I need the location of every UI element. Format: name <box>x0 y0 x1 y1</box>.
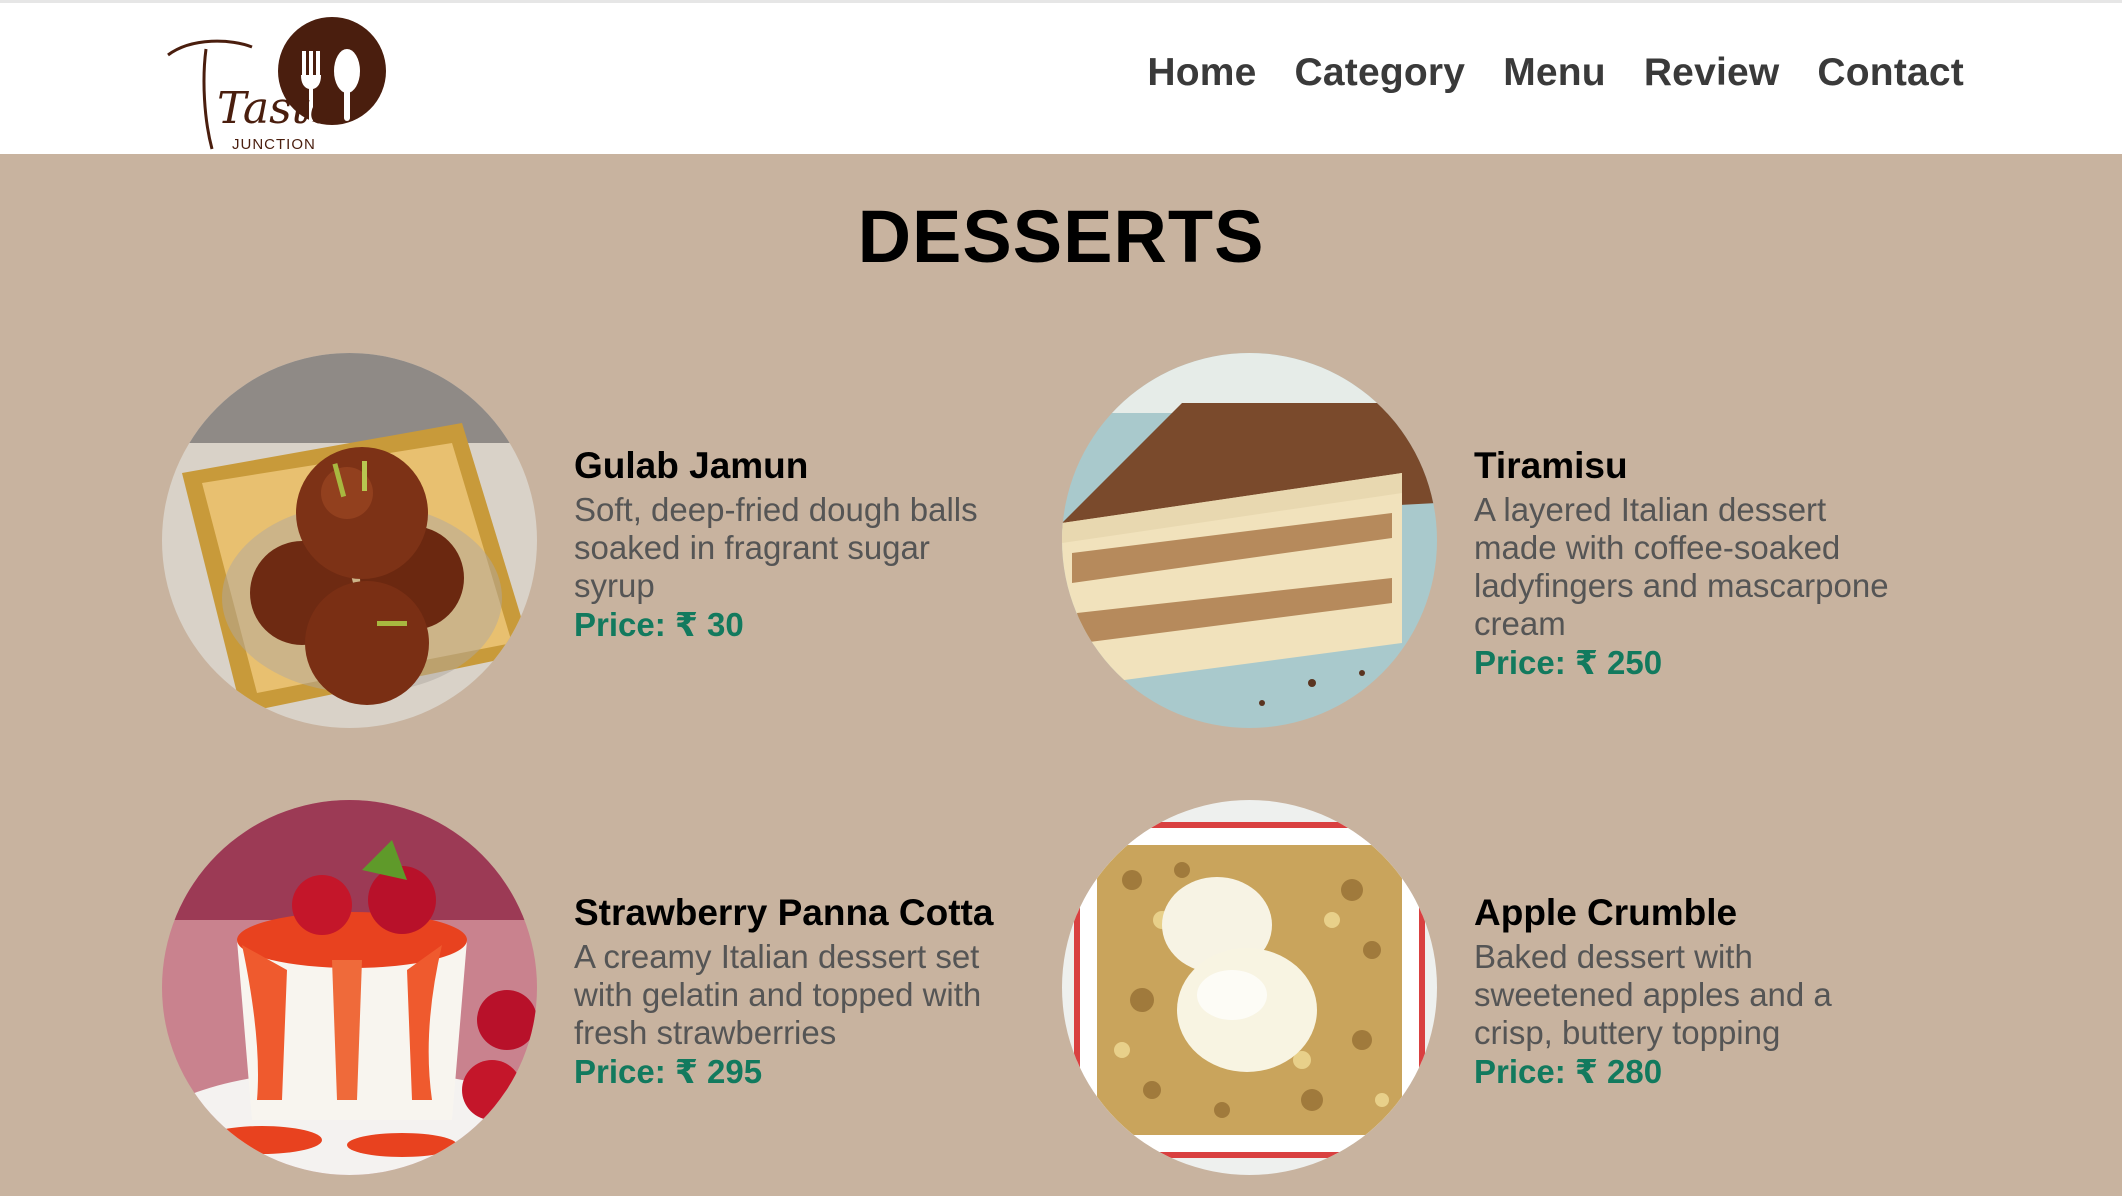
dish-name: Tiramisu <box>1474 445 1628 486</box>
main-nav: Home Category Menu Review Contact <box>1147 51 1964 95</box>
tiramisu-photo <box>1062 353 1437 728</box>
panna-cotta-photo <box>162 800 537 1175</box>
gulab-jamun-photo <box>162 353 537 728</box>
dish-name: Gulab Jamun <box>574 445 809 486</box>
dish-price: Price: ₹ 280 <box>1474 1053 1663 1090</box>
nav-home[interactable]: Home <box>1147 51 1256 95</box>
nav-menu[interactable]: Menu <box>1503 51 1606 95</box>
nav-category[interactable]: Category <box>1295 51 1466 95</box>
nav-review[interactable]: Review <box>1644 51 1780 95</box>
taste-junction-logo-icon: Taste Junction <box>167 17 386 153</box>
dish-info: Tiramisu A layered Italian dessert made … <box>1474 445 1904 683</box>
logo[interactable]: Taste Junction <box>162 9 392 154</box>
logo-text: Taste <box>217 83 335 134</box>
dish-description: A layered Italian dessert made with coff… <box>1474 491 1889 642</box>
section-title: DESSERTS <box>857 195 1265 278</box>
dish-info: Apple Crumble Baked dessert with sweeten… <box>1474 892 1904 1092</box>
dish-name: Strawberry Panna Cotta <box>574 892 994 933</box>
logo-subtext: Junction <box>232 136 316 153</box>
dish-price: Price: ₹ 250 <box>1474 644 1663 681</box>
dish-card-gulab-jamun[interactable]: Gulab Jamun Soft, deep-fried dough balls… <box>162 353 1002 733</box>
dish-card-tiramisu[interactable]: Tiramisu A layered Italian dessert made … <box>1062 353 1902 733</box>
navbar: Taste Junction Home Category Menu Review… <box>0 0 2122 154</box>
dish-description: Baked dessert with sweetened apples and … <box>1474 938 1832 1051</box>
dish-card-strawberry-panna-cotta[interactable]: Strawberry Panna Cotta A creamy Italian … <box>162 800 1002 1180</box>
dish-name: Apple Crumble <box>1474 892 1738 933</box>
dish-price: Price: ₹ 30 <box>574 606 744 643</box>
dish-description: Soft, deep-fried dough balls soaked in f… <box>574 491 978 604</box>
dish-price: Price: ₹ 295 <box>574 1053 763 1090</box>
apple-crumble-photo <box>1062 800 1437 1175</box>
dish-card-apple-crumble[interactable]: Apple Crumble Baked dessert with sweeten… <box>1062 800 1902 1180</box>
nav-contact[interactable]: Contact <box>1817 51 1964 95</box>
dish-info: Strawberry Panna Cotta A creamy Italian … <box>574 892 1004 1092</box>
dish-info: Gulab Jamun Soft, deep-fried dough balls… <box>574 445 1004 645</box>
dish-description: A creamy Italian dessert set with gelati… <box>574 938 982 1051</box>
